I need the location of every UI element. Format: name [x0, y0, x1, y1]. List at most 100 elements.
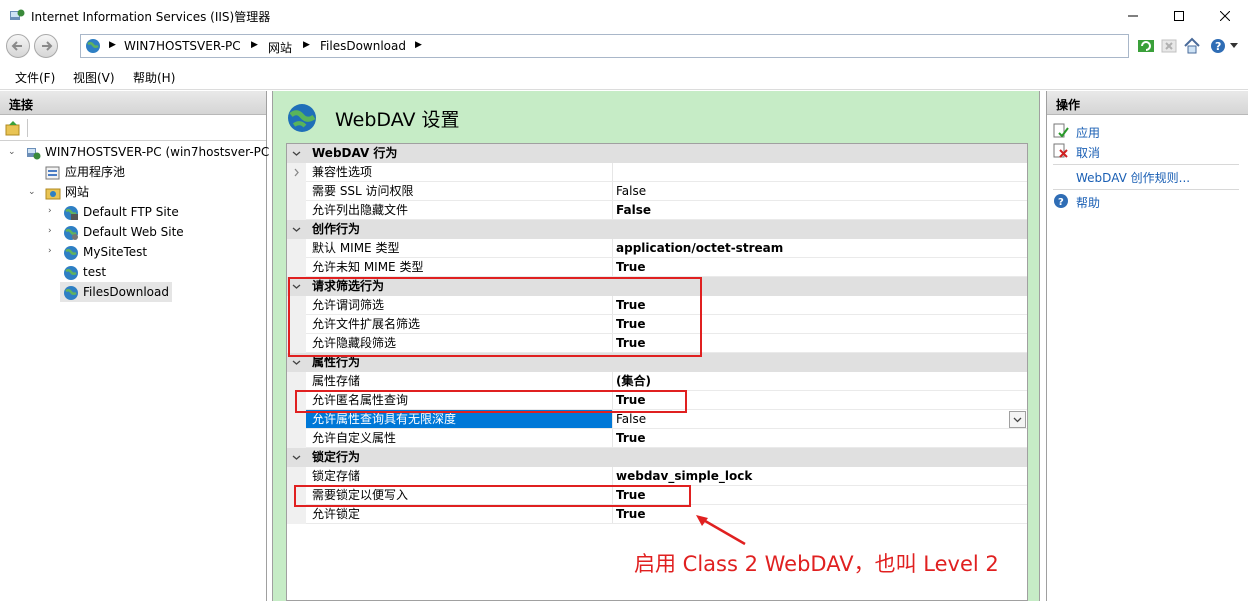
webdav-authoring-rules-link[interactable]: WebDAV 创作规则...	[1076, 169, 1190, 186]
actions-header: 操作	[1047, 91, 1248, 115]
property-value[interactable]: False	[616, 201, 651, 220]
cancel-icon	[1053, 143, 1068, 158]
value-dropdown-button[interactable]	[1009, 411, 1026, 428]
property-row[interactable]: 允许列出隐藏文件 False	[287, 201, 1027, 220]
address-box[interactable]: ▶ WIN7HOSTSVER-PC ▶ 网站 ▶ FilesDownload ▶	[80, 34, 1129, 58]
property-value[interactable]: True	[616, 505, 645, 524]
property-category[interactable]: WebDAV 行为	[287, 144, 1027, 163]
apply-link[interactable]: 应用	[1076, 124, 1100, 141]
close-icon	[1220, 10, 1230, 21]
property-name: 兼容性选项	[312, 165, 373, 179]
property-category[interactable]: 锁定行为	[287, 448, 1027, 467]
tree-node-apppools[interactable]: 应用程序池	[45, 162, 125, 182]
connections-header: 连接	[0, 91, 266, 115]
connect-icon[interactable]	[5, 120, 21, 136]
property-row[interactable]: 属性存储 (集合)	[287, 372, 1027, 391]
apply-icon	[1053, 123, 1069, 138]
chevron-down-icon[interactable]: ⌄	[28, 187, 36, 197]
property-row[interactable]: 需要 SSL 访问权限 False	[287, 182, 1027, 201]
chevron-down-icon[interactable]	[1230, 43, 1238, 49]
forward-button[interactable]	[34, 34, 58, 58]
help-icon: ?	[1054, 194, 1068, 208]
menu-file[interactable]: 文件(F)	[15, 69, 55, 86]
property-category[interactable]: 创作行为	[287, 220, 1027, 239]
connections-panel: 连接 ⌄ WIN7HOSTSVER-PC (win7hostsver-PC 应用…	[0, 91, 269, 601]
property-name: 默认 MIME 类型	[312, 241, 400, 255]
cancel-link[interactable]: 取消	[1076, 144, 1100, 161]
highlight-require-lock	[294, 485, 691, 507]
close-button[interactable]	[1202, 0, 1248, 31]
help-link[interactable]: 帮助	[1076, 194, 1100, 211]
home-icon[interactable]	[1183, 37, 1201, 55]
property-value[interactable]: False	[616, 182, 646, 201]
ftp-site-icon	[64, 205, 78, 220]
row-gutter	[287, 220, 306, 239]
window-title: Internet Information Services (IIS)管理器	[31, 10, 271, 24]
web-site-icon	[64, 285, 78, 300]
chevron-right-icon[interactable]	[287, 163, 306, 182]
property-row[interactable]: 允许未知 MIME 类型 True	[287, 258, 1027, 277]
title-bar: Internet Information Services (IIS)管理器	[0, 0, 1248, 31]
help-dropdown-icon[interactable]: ?	[1210, 37, 1228, 55]
row-gutter	[287, 429, 306, 448]
property-row[interactable]: 允许自定义属性 True	[287, 429, 1027, 448]
tree-node-site-ftp[interactable]: Default FTP Site	[63, 202, 179, 222]
breadcrumb-server[interactable]: WIN7HOSTSVER-PC	[124, 39, 241, 53]
property-value[interactable]: True	[616, 258, 645, 277]
minimize-button[interactable]	[1110, 0, 1156, 31]
chevron-right-icon[interactable]: ›	[48, 206, 52, 216]
minimize-icon	[1128, 15, 1138, 16]
maximize-button[interactable]	[1156, 0, 1202, 31]
property-value[interactable]: True	[616, 429, 645, 448]
tree-node-label: 应用程序池	[65, 165, 126, 179]
row-gutter	[287, 258, 306, 277]
menu-help[interactable]: 帮助(H)	[133, 69, 175, 86]
chevron-down-icon[interactable]	[287, 220, 306, 239]
breadcrumb-separator: ▶	[251, 40, 258, 50]
tree-node-sites[interactable]: 网站	[45, 182, 89, 202]
refresh-icon[interactable]	[1137, 37, 1155, 55]
breadcrumb-site[interactable]: FilesDownload	[320, 39, 406, 53]
chevron-right-icon[interactable]: ›	[48, 246, 52, 256]
property-row[interactable]: 兼容性选项	[287, 163, 1027, 182]
property-name: 允许锁定	[312, 507, 361, 521]
menu-view[interactable]: 视图(V)	[73, 69, 115, 86]
chevron-down-icon[interactable]	[287, 144, 306, 163]
web-site-icon	[64, 265, 78, 280]
highlight-request-filtering	[288, 277, 702, 357]
row-gutter	[287, 144, 306, 163]
actions-divider	[1053, 164, 1239, 165]
property-value[interactable]: (集合)	[616, 372, 651, 391]
tree-node-server[interactable]: WIN7HOSTSVER-PC (win7hostsver-PC	[25, 142, 269, 162]
chevron-down-icon[interactable]: ⌄	[8, 147, 16, 157]
tree-node-site-test[interactable]: test	[63, 262, 106, 282]
stop-icon[interactable]	[1160, 37, 1178, 55]
column-divider	[612, 239, 613, 258]
breadcrumb-separator: ▶	[303, 40, 310, 50]
menu-bar: 文件(F) 视图(V) 帮助(H)	[0, 62, 1248, 90]
property-row[interactable]: 锁定存储 webdav_simple_lock	[287, 467, 1027, 486]
property-row[interactable]: 允许锁定 True	[287, 505, 1027, 524]
tree-node-site-default-web[interactable]: Default Web Site	[63, 222, 184, 242]
property-value[interactable]: webdav_simple_lock	[616, 467, 752, 486]
chevron-right-icon[interactable]: ›	[48, 226, 52, 236]
breadcrumb-separator: ▶	[109, 40, 116, 50]
row-gutter	[287, 372, 306, 391]
row-gutter	[287, 201, 306, 220]
chevron-down-icon	[1013, 417, 1022, 423]
breadcrumb-separator: ▶	[415, 40, 422, 50]
breadcrumb-sites[interactable]: 网站	[268, 39, 292, 56]
property-row[interactable]: 默认 MIME 类型 application/octet-stream	[287, 239, 1027, 258]
web-site-icon	[64, 245, 78, 260]
property-value[interactable]: application/octet-stream	[616, 239, 783, 258]
column-divider	[612, 201, 613, 220]
address-bar: ▶ WIN7HOSTSVER-PC ▶ 网站 ▶ FilesDownload ▶…	[0, 31, 1248, 62]
toolbar-divider	[27, 119, 28, 137]
back-button[interactable]	[6, 34, 30, 58]
tree-node-label: FilesDownload	[83, 285, 169, 299]
row-gutter	[287, 163, 306, 182]
chevron-down-icon[interactable]	[287, 448, 306, 467]
tree-node-site-mysitetest[interactable]: MySiteTest	[63, 242, 147, 262]
property-name: 锁定行为	[312, 450, 361, 464]
tree-node-site-filesdownload[interactable]: FilesDownload	[60, 282, 172, 302]
